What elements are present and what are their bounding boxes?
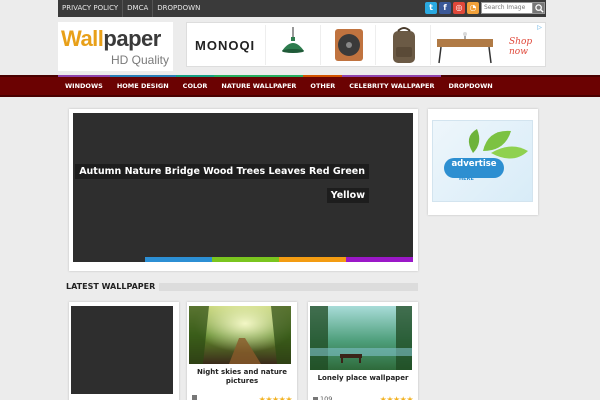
card-thumbnail[interactable]: [189, 306, 291, 364]
facebook-icon[interactable]: f: [439, 2, 451, 14]
nav-item-dropdown[interactable]: DROPDOWN: [441, 77, 499, 95]
main-nav-items: WINDOWS HOME DESIGN COLOR NATURE WALLPAP…: [58, 75, 500, 95]
stripe-green: [212, 257, 279, 262]
slide-caption[interactable]: Autumn Nature Bridge Wood Trees Leaves R…: [75, 159, 369, 207]
wallpaper-card[interactable]: Night skies and nature pictures ★★★★★: [187, 302, 297, 400]
views-icon: [192, 395, 197, 400]
advertise-text: advertise: [444, 158, 504, 178]
privacy-policy-link[interactable]: PRIVACY POLICY: [58, 0, 124, 17]
sidebar-ad[interactable]: advertise HERE: [428, 109, 538, 215]
card-title[interactable]: Lonely place wallpaper: [311, 374, 415, 383]
card-rating[interactable]: ★★★★★: [380, 395, 414, 400]
rss-icon[interactable]: ◔: [467, 2, 479, 14]
wallpaper-card[interactable]: [69, 302, 179, 400]
slide-caption-line-1: Autumn Nature Bridge Wood Trees Leaves R…: [75, 164, 369, 179]
search-button[interactable]: [532, 2, 545, 14]
section-title: LATEST WALLPAPER: [66, 281, 160, 293]
slide-caption-line-2: Yellow: [326, 188, 369, 203]
card-thumbnail[interactable]: [310, 306, 412, 370]
site-header: Wallpaper HD Quality MONOQI Shop now ▷: [0, 17, 600, 75]
logo-subtitle: HD Quality: [110, 53, 169, 67]
ad-product-fan: [320, 25, 375, 65]
main-nav: WINDOWS HOME DESIGN COLOR NATURE WALLPAP…: [0, 75, 600, 97]
ad-shop-now: Shop now: [509, 37, 533, 57]
top-bar-inner: PRIVACY POLICY DMCA DROPDOWN t f ◎ ◔ Sea…: [58, 0, 546, 17]
nav-item-windows[interactable]: WINDOWS: [58, 75, 110, 95]
featured-slider: Autumn Nature Bridge Wood Trees Leaves R…: [69, 109, 418, 271]
top-bar: PRIVACY POLICY DMCA DROPDOWN t f ◎ ◔ Sea…: [0, 0, 600, 17]
dmca-link[interactable]: DMCA: [123, 0, 154, 17]
stripe-orange: [279, 257, 346, 262]
stripe-purple: [346, 257, 413, 262]
ad-product-lamp: [265, 25, 320, 65]
slider-image[interactable]: Autumn Nature Bridge Wood Trees Leaves R…: [73, 113, 413, 262]
logo-wordmark: Wallpaper: [61, 26, 161, 51]
ad-product-backpack: [375, 25, 430, 65]
latest-wallpaper-header: LATEST WALLPAPER: [66, 281, 418, 293]
top-links: PRIVACY POLICY DMCA DROPDOWN: [58, 0, 204, 17]
card-views: 109: [313, 395, 332, 400]
nav-item-celebrity-wallpaper[interactable]: CELEBRITY WALLPAPER: [342, 75, 442, 95]
ad-product-desk: [430, 25, 502, 65]
nav-item-home-design[interactable]: HOME DESIGN: [109, 75, 176, 95]
dropdown-link[interactable]: DROPDOWN: [153, 0, 204, 17]
nav-item-color[interactable]: COLOR: [175, 75, 215, 95]
instagram-icon[interactable]: ◎: [453, 2, 465, 14]
views-icon: [313, 396, 318, 400]
search-icon: [535, 4, 544, 13]
twitter-icon[interactable]: t: [425, 2, 437, 14]
ad-brand: MONOQI: [195, 38, 256, 53]
search-input[interactable]: Search Image: [481, 2, 533, 14]
card-thumbnail[interactable]: [71, 306, 173, 394]
advertise-here-banner: advertise HERE: [432, 120, 533, 202]
wallpaper-card[interactable]: Lonely place wallpaper 109 ★★★★★: [308, 302, 418, 400]
stripe-blue: [145, 257, 212, 262]
social-icons: t f ◎ ◔: [425, 2, 479, 14]
section-rule: [154, 283, 418, 291]
nav-item-other[interactable]: OTHER: [303, 75, 343, 95]
advertise-here-text: HERE: [459, 176, 474, 182]
ad-choices-icon[interactable]: ▷: [536, 24, 543, 31]
site-logo[interactable]: Wallpaper HD Quality: [58, 22, 173, 71]
header-ad-banner[interactable]: MONOQI Shop now ▷: [186, 22, 546, 67]
slider-color-stripes: [145, 257, 413, 262]
card-views: [192, 395, 199, 400]
nav-item-nature-wallpaper[interactable]: NATURE WALLPAPER: [214, 75, 304, 95]
card-title[interactable]: Night skies and nature pictures: [190, 368, 294, 386]
card-rating[interactable]: ★★★★★: [259, 395, 293, 400]
